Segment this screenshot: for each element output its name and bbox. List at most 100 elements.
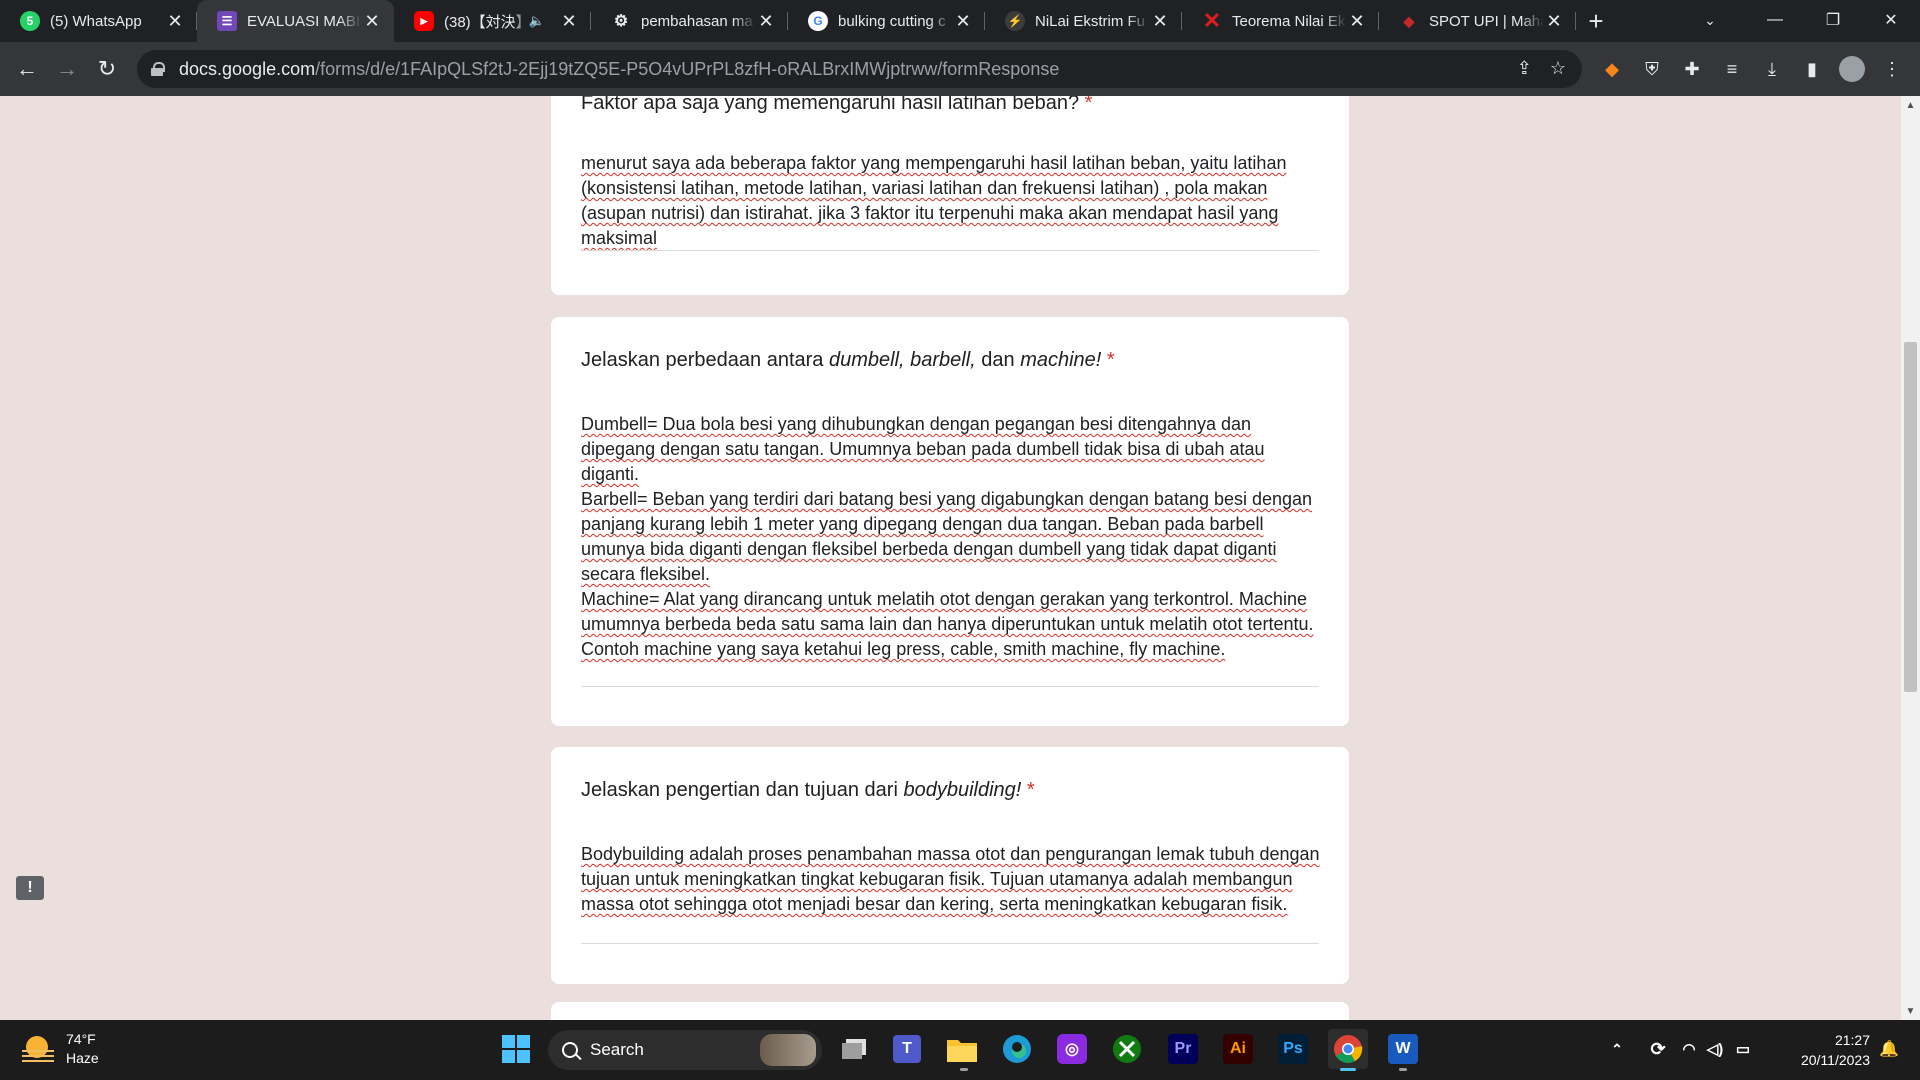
close-icon[interactable]: ✕ (756, 11, 776, 32)
file-explorer-icon[interactable] (942, 1029, 982, 1069)
upi-icon: ◆ (1403, 12, 1415, 29)
tab-google-search[interactable]: G bulking cutting c ✕ (788, 0, 985, 42)
question-text: dan (975, 349, 1021, 371)
premiere-icon[interactable]: Pr (1168, 1034, 1198, 1064)
teams-icon[interactable]: T (893, 1035, 921, 1063)
battery-icon[interactable]: ▭ (1729, 1029, 1757, 1069)
window-controls: — ❐ ✕ (1746, 0, 1920, 42)
weather-widget[interactable]: 74°F Haze (22, 1030, 99, 1068)
tab-teorema[interactable]: ✕ Teorema Nilai Ek ✕ (1182, 0, 1379, 42)
url-path: /forms/d/e/1FAIpQLSf2tJ-2Ejj19tZQ5E-P5O4… (315, 58, 1060, 79)
page-scrollbar[interactable]: ▲ ▼ (1901, 96, 1920, 1020)
tab-title: (5) WhatsApp (50, 12, 142, 30)
tab-nilai-ekstrim[interactable]: ⚡ NiLai Ekstrim Fu ✕ (985, 0, 1182, 42)
xbox-icon[interactable] (1107, 1029, 1147, 1069)
tab-title: (38)【対決】M (444, 13, 529, 31)
address-bar[interactable]: docs.google.com/forms/d/e/1FAIpQLSf2tJ-2… (137, 50, 1582, 88)
close-icon[interactable]: ✕ (1544, 11, 1564, 32)
answer-textarea[interactable]: Bodybuilding adalah proses penambahan ma… (581, 842, 1321, 917)
clock-date: 20/11/2023 (1800, 1052, 1870, 1068)
forward-arrow-icon[interactable]: → (47, 49, 87, 89)
search-highlight-image (760, 1034, 816, 1066)
x-brand-icon: ✕ (1202, 8, 1222, 33)
chrome-icon[interactable] (1328, 1029, 1368, 1069)
form-page: Faktor apa saja yang memengaruhi hasil l… (0, 96, 1920, 1020)
tab-whatsapp[interactable]: 5 (5) WhatsApp ✕ (0, 0, 197, 42)
tab-title: EVALUASI MABIM (247, 12, 362, 30)
tab-spot-upi[interactable]: ◆ SPOT UPI | Maha ✕ (1379, 0, 1576, 42)
notification-bell-icon[interactable]: 🔔 (1874, 1029, 1904, 1069)
download-icon[interactable]: ⤓ (1759, 56, 1785, 82)
youtube-icon: ▶ (414, 11, 434, 31)
question-text-italic: dumbell, barbell, (828, 349, 976, 371)
report-feedback-icon[interactable]: ! (16, 876, 44, 900)
close-icon[interactable]: ✕ (1150, 11, 1170, 32)
back-arrow-icon[interactable]: ← (7, 49, 47, 89)
menu-dots-icon[interactable]: ⋮ (1879, 56, 1905, 82)
wifi-icon[interactable]: ◠ (1677, 1029, 1701, 1069)
close-icon[interactable]: ✕ (165, 11, 185, 32)
word-icon[interactable]: W (1388, 1034, 1418, 1064)
reload-icon[interactable]: ↻ (87, 49, 127, 89)
speaker-icon[interactable]: ◁) (1703, 1029, 1727, 1069)
tab-search-icon[interactable]: ⌄ (1690, 0, 1730, 40)
close-icon[interactable]: ✕ (953, 11, 973, 32)
minimize-button[interactable]: — (1746, 0, 1804, 40)
media-queue-icon[interactable]: ≡ (1719, 56, 1745, 82)
edge-icon[interactable] (997, 1029, 1037, 1069)
chevron-up-icon[interactable]: ⌃ (1597, 1029, 1637, 1069)
taskbar-clock[interactable]: 21:27 20/11/2023 (1782, 1030, 1870, 1070)
answer-textarea[interactable]: menurut saya ada beberapa faktor yang me… (581, 151, 1321, 251)
required-asterisk: * (1084, 96, 1093, 114)
answer-underline (581, 250, 1319, 251)
illustrator-icon[interactable]: Ai (1223, 1034, 1253, 1064)
running-indicator (1399, 1068, 1407, 1071)
sync-icon[interactable]: ⟳ (1638, 1029, 1678, 1069)
profile-avatar[interactable] (1839, 56, 1865, 82)
close-icon[interactable]: ✕ (1347, 11, 1367, 32)
url-text: docs.google.com/forms/d/e/1FAIpQLSf2tJ-2… (179, 59, 1059, 80)
question-text: Jelaskan pengertian dan tujuan dari (581, 779, 904, 801)
photoshop-label: Ps (1283, 1040, 1303, 1057)
question-title: Jelaskan pengertian dan tujuan dari body… (581, 779, 1035, 802)
share-icon[interactable]: ⇪ (1517, 58, 1532, 79)
answer-textarea[interactable]: Dumbell= Dua bola besi yang dihubungkan … (581, 412, 1321, 662)
question-card (551, 1002, 1349, 1020)
premiere-label: Pr (1174, 1040, 1192, 1057)
scrollbar-thumb[interactable] (1904, 342, 1917, 692)
extensions-puzzle-icon[interactable]: ✚ (1679, 56, 1705, 82)
shield-icon[interactable]: ⛨ (1639, 56, 1665, 82)
haze-weather-icon (22, 1034, 54, 1064)
word-label: W (1395, 1040, 1411, 1057)
new-tab-button[interactable]: + (1576, 0, 1616, 42)
tab-pembahasan[interactable]: ⚙ pembahasan ma ✕ (591, 0, 788, 42)
close-icon[interactable]: ✕ (559, 11, 579, 32)
obs-icon[interactable]: ◎ (1057, 1034, 1087, 1064)
running-indicator (960, 1068, 968, 1071)
task-view-icon[interactable] (834, 1029, 874, 1069)
tab-youtube[interactable]: ▶ (38)【対決】M 🔈 ✕ (394, 0, 591, 42)
active-indicator (1340, 1068, 1356, 1071)
side-panel-icon[interactable]: ▮ (1799, 56, 1825, 82)
illustrator-label: Ai (1230, 1040, 1246, 1057)
bolt-icon: ⚡ (1005, 11, 1025, 31)
scroll-down-icon[interactable]: ▼ (1901, 1002, 1920, 1020)
metamask-icon[interactable]: ◆ (1599, 56, 1625, 82)
scroll-up-icon[interactable]: ▲ (1901, 96, 1920, 114)
weather-desc: Haze (66, 1050, 99, 1066)
lock-icon[interactable] (151, 62, 165, 76)
speaker-icon[interactable]: 🔈 (529, 13, 545, 29)
answer-underline (581, 943, 1319, 944)
photoshop-icon[interactable]: Ps (1278, 1034, 1308, 1064)
required-asterisk: * (1106, 349, 1115, 371)
tab-evaluasi[interactable]: ☰ EVALUASI MABIM ✕ (197, 0, 394, 42)
weather-temp: 74°F (66, 1031, 96, 1047)
close-icon[interactable]: ✕ (362, 11, 382, 32)
google-forms-icon: ☰ (217, 11, 237, 31)
bookmark-star-icon[interactable]: ☆ (1550, 58, 1566, 79)
tab-title: SPOT UPI | Maha (1429, 12, 1544, 30)
close-window-button[interactable]: ✕ (1862, 0, 1920, 40)
windows-start-icon[interactable] (496, 1029, 536, 1069)
taskbar-search-box[interactable]: Search (548, 1030, 822, 1070)
restore-button[interactable]: ❐ (1804, 0, 1862, 40)
